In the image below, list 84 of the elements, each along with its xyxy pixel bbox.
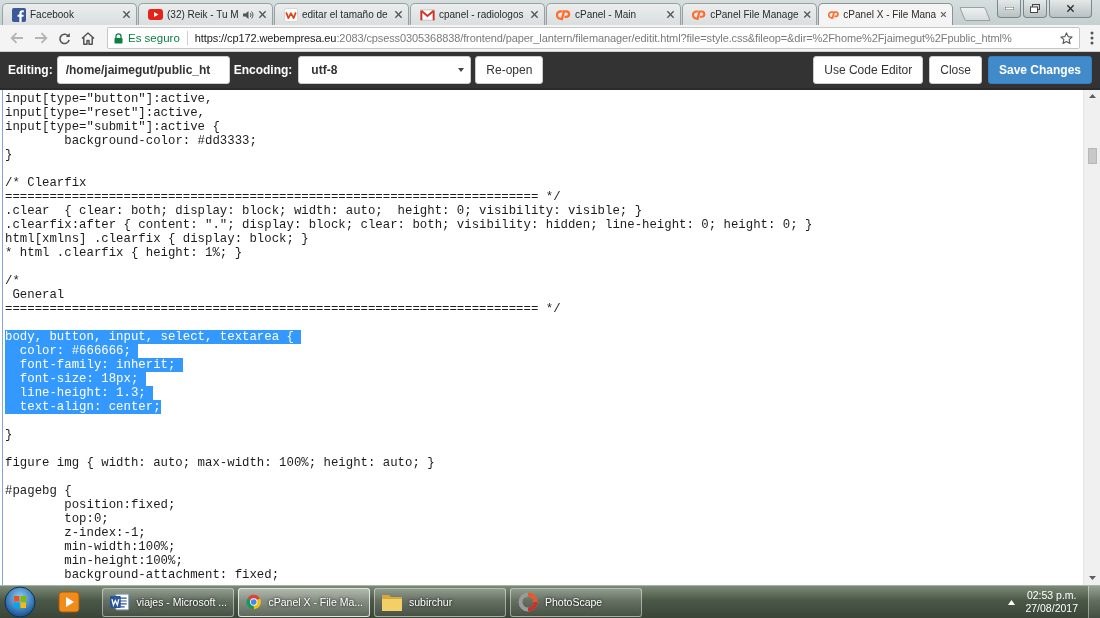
taskbar-button[interactable]: cPanel X - File Ma... bbox=[238, 587, 370, 617]
caret-down-icon bbox=[458, 68, 465, 72]
code-line: input[type="button"]:active, bbox=[5, 92, 213, 106]
caret-down-icon[interactable] bbox=[1088, 576, 1096, 580]
speaker-icon[interactable] bbox=[243, 9, 254, 20]
show-desktop-button[interactable] bbox=[1088, 586, 1100, 618]
lock-icon bbox=[114, 32, 123, 44]
address-field[interactable]: Es seguro https://cp172.webempresa.eu:2083/cpsess0305368838/frontend/paper_lantern/filemanager/editit.html?file=style.css&fileop=&dir=%2Fhome%2Fjaimegut%2Fpublic_html% bbox=[107, 27, 1080, 49]
code-line: ======================================================================== */ bbox=[5, 190, 561, 204]
browser-tab[interactable]: cPanel - Main bbox=[546, 3, 681, 25]
scrollbar-thumb[interactable] bbox=[1087, 148, 1097, 164]
browser-tab[interactable]: cPanel X - File Mana bbox=[818, 3, 953, 25]
code-line: top:0; bbox=[63, 512, 109, 526]
ring-icon bbox=[517, 591, 539, 613]
reload-icon[interactable] bbox=[58, 31, 71, 45]
code-line: } bbox=[5, 148, 13, 162]
code-line: /* Clearfix bbox=[5, 176, 87, 190]
browser-tab[interactable]: (32) Reik - Tu M bbox=[138, 3, 273, 25]
close-icon[interactable] bbox=[530, 10, 539, 19]
code-line: .clearfix:after { content: "."; display: block; clear: both; visibility: hidden; line-height: 0; height: 0; } bbox=[5, 218, 813, 232]
code-line: .clear { clear: both; display: block; width: auto; height: 0; visibility: visible; } bbox=[5, 204, 643, 218]
browser-tab[interactable]: cpanel - radiologos bbox=[410, 3, 545, 25]
code-line: General bbox=[11, 288, 65, 302]
path-field[interactable]: /home/jaimegut/public_ht bbox=[56, 56, 230, 84]
encoding-select[interactable]: utf-8 bbox=[298, 56, 472, 84]
url-text: https://cp172.webempresa.eu:2083/cpsess0305368838/frontend/paper_lantern/filemanager/editit.html?file=style.css&fileop=&dir=%2Fhome%2Fjaimegut%2Fpublic_html% bbox=[194, 32, 1012, 44]
code-line: background-attachment: fixed; bbox=[63, 568, 280, 582]
code-line: background-color: #dd3333; bbox=[63, 134, 257, 148]
close-icon[interactable] bbox=[940, 10, 947, 19]
code-line: } bbox=[5, 428, 13, 442]
zigzag-tile-icon bbox=[284, 7, 298, 22]
scrollbar[interactable] bbox=[1083, 90, 1100, 585]
code-line: html[xmlns] .clearfix { display: block; } bbox=[5, 232, 309, 246]
toolbar-button[interactable]: Close bbox=[929, 56, 982, 84]
logo-icon bbox=[828, 8, 840, 21]
start-orb-icon[interactable] bbox=[4, 586, 36, 618]
menu-icon[interactable] bbox=[1090, 31, 1094, 45]
taskbar-button[interactable]: subirchur bbox=[374, 587, 506, 617]
code-line: z-index:-1; bbox=[63, 526, 146, 540]
code-line: * html .clearfix { height: 1%; } bbox=[5, 246, 243, 260]
close-icon bbox=[1066, 4, 1075, 13]
browser-tab[interactable]: editar el tamaño de bbox=[274, 3, 409, 25]
code-line: /* bbox=[5, 274, 20, 288]
clock-time: 02:53 p.m. bbox=[1026, 589, 1077, 602]
browser-tab[interactable]: Facebook bbox=[2, 3, 137, 25]
code-line: min-width:100%; bbox=[63, 540, 176, 554]
reopen-button[interactable]: Re-open bbox=[475, 56, 544, 84]
code-line: input[type="submit"]:active { bbox=[5, 120, 220, 134]
code-line: input[type="reset"]:active, bbox=[5, 106, 205, 120]
play-tile-icon[interactable] bbox=[58, 591, 80, 613]
clock-date: 27/08/2017 bbox=[1025, 602, 1078, 615]
close-icon[interactable] bbox=[802, 10, 811, 19]
restore-icon bbox=[1030, 4, 1040, 13]
close-icon[interactable] bbox=[666, 10, 675, 19]
close-icon[interactable] bbox=[394, 10, 403, 19]
caret-up-icon[interactable] bbox=[1088, 94, 1096, 98]
play-icon bbox=[148, 9, 163, 20]
toolbar-button[interactable]: Use Code Editor bbox=[813, 56, 924, 84]
minimize-icon bbox=[1004, 7, 1014, 10]
close-window-button[interactable] bbox=[1049, 0, 1092, 18]
taskbar-button[interactable]: PhotoScape bbox=[510, 587, 642, 617]
code-line: #pagebg { bbox=[5, 484, 72, 498]
restore-button[interactable] bbox=[1023, 0, 1047, 18]
code-line: min-height:100%; bbox=[63, 554, 183, 568]
code-line: position:fixed; bbox=[63, 498, 176, 512]
browser-tab[interactable]: cPanel File Manage bbox=[682, 3, 817, 25]
close-icon[interactable] bbox=[258, 10, 267, 19]
document-icon bbox=[109, 591, 131, 613]
editing-label: Editing: bbox=[8, 63, 53, 77]
code-line: ======================================================================== */ bbox=[5, 302, 561, 316]
taskbar-button[interactable]: viajes - Microsoft ... bbox=[102, 587, 234, 617]
f-logo-icon bbox=[12, 7, 26, 22]
close-icon[interactable] bbox=[122, 10, 131, 19]
logo-icon bbox=[692, 8, 707, 21]
logo-icon bbox=[556, 8, 571, 21]
code-line: figure img { width: auto; max-width: 100%; height: auto; } bbox=[5, 456, 435, 470]
home-icon[interactable] bbox=[81, 31, 95, 45]
encoding-label: Encoding: bbox=[233, 63, 293, 77]
star-icon[interactable] bbox=[1060, 31, 1073, 45]
caret-up-icon[interactable] bbox=[1008, 599, 1016, 605]
envelope-icon bbox=[420, 8, 435, 21]
folder-icon bbox=[381, 592, 403, 612]
security-label: Es seguro bbox=[128, 32, 180, 44]
save-button[interactable]: Save Changes bbox=[987, 56, 1092, 84]
